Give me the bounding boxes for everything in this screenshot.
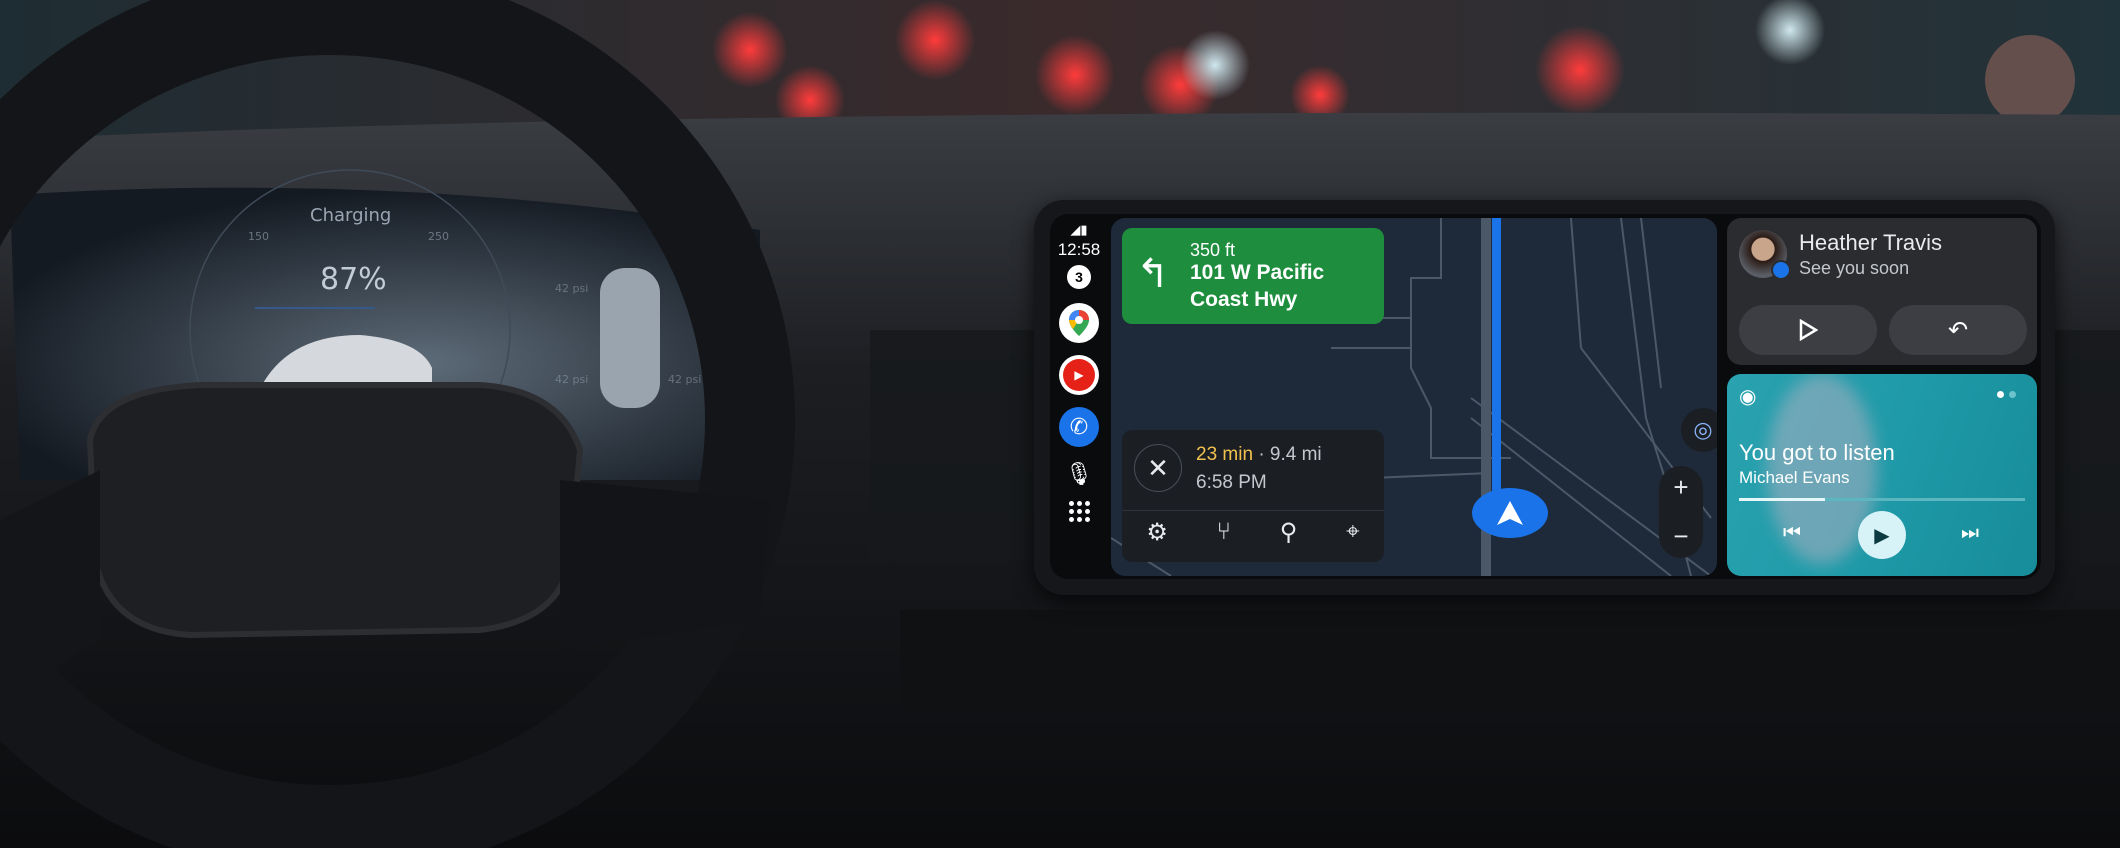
progress-bar[interactable] <box>1739 498 2025 501</box>
media-card[interactable]: ◉ You got to listen Michael Evans ⏮ ▶ ⏭ <box>1727 374 2037 576</box>
zoom-out-button[interactable]: − <box>1673 521 1688 552</box>
play-button[interactable]: ▶ <box>1858 511 1906 559</box>
play-icon: ▶ <box>1874 524 1890 547</box>
route-line <box>1492 218 1501 513</box>
track-artist: Michael Evans <box>1739 468 1850 487</box>
map-view[interactable]: ↰ 350 ft 101 W Pacific Coast Hwy ✕ 23 mi… <box>1111 218 1717 576</box>
close-navigation-button[interactable]: ✕ <box>1134 444 1182 492</box>
zoom-in-button[interactable]: + <box>1673 472 1688 503</box>
play-message-button[interactable] <box>1739 305 1877 355</box>
reply-button[interactable]: ↶ <box>1889 305 2027 355</box>
zoom-controls: + − <box>1659 466 1703 558</box>
messages-app-icon <box>1771 260 1791 280</box>
page-indicator <box>1997 391 2016 398</box>
battery-percent: 87% <box>320 262 387 297</box>
play-icon <box>1799 319 1818 341</box>
microphone-icon[interactable]: 🎙︎ <box>1065 461 1093 487</box>
next-track-button[interactable]: ⏭ <box>1961 522 1979 545</box>
turn-left-icon: ↰ <box>1136 252 1170 296</box>
eta-distance: · 9.4 mi <box>1258 444 1322 465</box>
tire-pressure-rear-left: 42 psi <box>555 373 589 386</box>
track-title: You got to listen <box>1739 440 1895 465</box>
charging-status: Charging <box>310 205 392 226</box>
search-icon[interactable]: ⚲ <box>1280 518 1298 547</box>
scale-label-right: 250 <box>428 230 449 243</box>
progress-fill <box>1739 498 1825 501</box>
street-name-line2: Coast Hwy <box>1190 288 1298 311</box>
signal-battery-icon: ◢▮ <box>1070 222 1088 237</box>
tire-pressure-rear-right: 42 psi <box>668 373 702 386</box>
recenter-button[interactable]: ◎ <box>1681 408 1717 452</box>
previous-track-button[interactable]: ⏮ <box>1783 522 1801 545</box>
location-pin-icon[interactable]: ⌖ <box>1346 518 1360 547</box>
my-location-icon: ◎ <box>1693 417 1713 442</box>
notification-badge[interactable]: 3 <box>1067 265 1091 289</box>
app-grid-icon[interactable] <box>1068 501 1090 522</box>
youtube-music-icon[interactable]: ▶ <box>1059 355 1099 395</box>
maneuver-card[interactable]: ↰ 350 ft 101 W Pacific Coast Hwy <box>1122 228 1384 324</box>
street-name-line1: 101 W Pacific <box>1190 261 1325 284</box>
settings-icon[interactable]: ⚙ <box>1146 518 1168 547</box>
tire-pressure-front: 42 psi <box>555 282 589 295</box>
sender-name: Heather Travis <box>1799 230 1943 255</box>
android-auto-screen: ◢▮ 12:58 3 ▶ ✆ 🎙︎ ↰ 350 ft 101 W Pacific… <box>1050 214 2041 579</box>
app-rail: ◢▮ 12:58 3 ▶ ✆ 🎙︎ <box>1050 214 1108 579</box>
google-maps-icon[interactable] <box>1059 303 1099 343</box>
arrival-time: 6:58 PM <box>1196 472 1267 493</box>
close-icon: ✕ <box>1147 452 1169 483</box>
route-options-icon[interactable]: ⑂ <box>1217 518 1231 547</box>
youtube-music-icon[interactable]: ◉ <box>1739 384 1756 409</box>
clock: 12:58 <box>1057 240 1101 259</box>
trip-info-card: ✕ 23 min · 9.4 mi 6:58 PM ⚙ ⑂ ⚲ ⌖ <box>1122 430 1384 562</box>
message-preview: See you soon <box>1799 258 1910 278</box>
navigation-arrow-icon <box>1472 488 1548 538</box>
phone-icon[interactable]: ✆ <box>1059 407 1099 447</box>
eta-duration: 23 min <box>1196 444 1254 465</box>
car-top-image <box>600 268 660 408</box>
maneuver-distance: 350 ft <box>1190 240 1236 260</box>
message-card[interactable]: Heather Travis See you soon ↶ <box>1727 218 2037 365</box>
scale-label-left: 150 <box>248 230 269 243</box>
reply-icon: ↶ <box>1947 316 1969 344</box>
